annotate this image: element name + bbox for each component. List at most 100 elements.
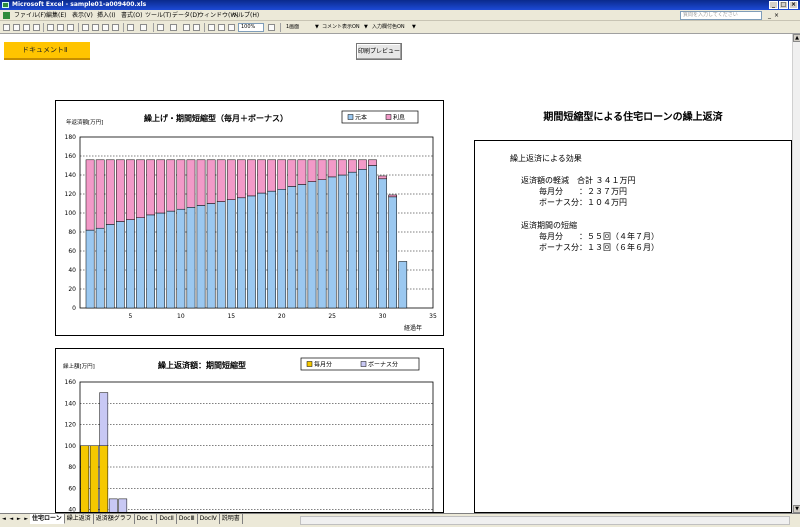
- menu-help[interactable]: ヘルプ(H): [232, 10, 259, 21]
- sheet-tab[interactable]: 繰上返済: [65, 514, 94, 524]
- paste-icon[interactable]: [102, 24, 109, 31]
- hyperlink-icon[interactable]: [157, 24, 164, 31]
- window-titlebar: Microsoft Excel - sample01-a009400.xls _…: [0, 0, 800, 10]
- bar-segment: [216, 159, 226, 202]
- close-button[interactable]: ×: [789, 1, 798, 9]
- bar-segment: [307, 159, 317, 182]
- undo-icon[interactable]: [127, 24, 134, 31]
- plot-area: [79, 381, 434, 512]
- bar-segment: [206, 203, 216, 309]
- bar-segment: [388, 194, 398, 198]
- menu-format[interactable]: 書式(O): [121, 10, 142, 21]
- bar-segment: [247, 195, 256, 309]
- office-help-icon[interactable]: [268, 24, 275, 31]
- sort-descending-icon[interactable]: [193, 24, 200, 31]
- autosum-icon[interactable]: [170, 24, 177, 31]
- tab-navigation-arrows[interactable]: ◄ ◄ ► ►: [2, 516, 29, 522]
- chart-wizard-icon[interactable]: [208, 24, 215, 31]
- save-icon[interactable]: [23, 24, 30, 31]
- maximize-button[interactable]: □: [779, 1, 788, 9]
- format-painter-icon[interactable]: [112, 24, 119, 31]
- reduction-total: 返済額の軽減 合計 ３４１万円: [521, 176, 636, 185]
- spelling-icon[interactable]: [67, 24, 74, 31]
- help-icon[interactable]: [228, 24, 235, 31]
- legend-label: ボーナス分: [368, 361, 398, 369]
- sheet-tab[interactable]: 返済額グラフ: [94, 514, 135, 524]
- x-tick-label: 20: [278, 313, 286, 320]
- bar-segment: [118, 498, 128, 512]
- menu-tools[interactable]: ツール(T): [145, 10, 171, 21]
- print-preview-button[interactable]: 印刷プレビュー: [356, 43, 402, 60]
- menu-insert[interactable]: 挿入(I): [97, 10, 115, 21]
- y-tick-label: 140: [65, 172, 77, 179]
- bar-segment: [327, 176, 337, 309]
- bar-segment: [378, 178, 387, 309]
- y-tick-label: 180: [65, 134, 77, 141]
- workbook-icon[interactable]: [3, 12, 10, 19]
- excel-app-icon: [2, 2, 9, 8]
- y-tick-label: 140: [65, 400, 77, 407]
- chevron-down-icon[interactable]: ▼: [364, 21, 368, 34]
- scroll-down-icon[interactable]: ▼: [793, 505, 800, 513]
- bar-segment: [176, 159, 186, 210]
- workbook-minimize-button[interactable]: _: [768, 11, 771, 20]
- y-tick-label: 20: [68, 286, 76, 293]
- vertical-scrollbar[interactable]: ▲ ▼: [792, 34, 800, 513]
- page-button[interactable]: 1画面: [286, 21, 299, 34]
- sheet-tab-bar: ◄ ◄ ► ► 住宅ローン 繰上返済 返済額グラフ Doc１ DocⅡ DocⅢ DocⅣ 説…: [0, 513, 800, 527]
- bar-segment: [85, 229, 95, 309]
- chevron-down-icon[interactable]: ▼: [315, 21, 319, 34]
- sheet-tabs: 住宅ローン 繰上返済 返済額グラフ Doc１ DocⅡ DocⅢ DocⅣ 説明書: [30, 514, 243, 524]
- open-icon[interactable]: [13, 24, 20, 31]
- bar-segment: [95, 227, 105, 309]
- bar-segment: [176, 208, 186, 309]
- cut-icon[interactable]: [82, 24, 89, 31]
- sort-ascending-icon[interactable]: [183, 24, 190, 31]
- permission-icon[interactable]: [33, 24, 40, 31]
- sheet-tab[interactable]: DocⅡ: [157, 514, 177, 524]
- bar-segment: [226, 159, 236, 200]
- bar-segment: [277, 189, 287, 309]
- drawing-icon[interactable]: [218, 24, 225, 31]
- legend-swatch: [385, 114, 392, 120]
- chart-title: 繰上返済額：期間短縮型: [158, 360, 246, 370]
- help-search-input[interactable]: 質問を入力してください: [680, 11, 762, 20]
- sheet-tab[interactable]: DocⅣ: [198, 514, 220, 524]
- annual-repayment-chart[interactable]: 0 20 40 60 80 100 120 140 160 180 5 10 15 20 25 30 35 繰上げ…: [55, 100, 444, 336]
- bar-segment: [378, 175, 387, 180]
- bar-segment: [126, 219, 135, 309]
- bar-segment: [85, 159, 95, 231]
- print-preview-icon[interactable]: [57, 24, 64, 31]
- workbook-close-button[interactable]: ×: [774, 11, 779, 20]
- sheet-tab[interactable]: Doc１: [135, 514, 158, 524]
- legend-swatch: [306, 361, 313, 367]
- print-icon[interactable]: [47, 24, 54, 31]
- zoom-select[interactable]: 100%: [238, 23, 264, 32]
- menu-file[interactable]: ファイル(F): [14, 10, 46, 21]
- menu-data[interactable]: データ(D): [172, 10, 199, 21]
- sheet-tab[interactable]: 住宅ローン: [30, 514, 65, 524]
- y-axis-label: 年返済額[万円]: [66, 118, 103, 126]
- new-icon[interactable]: [3, 24, 10, 31]
- input-color-toggle-button[interactable]: 入力欄付色ON: [372, 21, 405, 34]
- sheet-tab[interactable]: 説明書: [220, 514, 243, 524]
- document-button[interactable]: ドキュメントⅡ: [4, 42, 90, 60]
- scroll-up-icon[interactable]: ▲: [793, 34, 800, 42]
- toolbar-separator: [153, 23, 154, 32]
- comment-toggle-button[interactable]: コメント表示ON: [322, 21, 360, 34]
- toolbar-separator: [78, 23, 79, 32]
- copy-icon[interactable]: [92, 24, 99, 31]
- horizontal-scrollbar[interactable]: [300, 516, 790, 525]
- prepayment-amount-chart[interactable]: 40 60 80 100 120 140 160 繰上返済額：期間短縮型 繰上額[万円] 毎月分ボ…: [55, 348, 444, 513]
- legend-label: 利息: [393, 114, 405, 122]
- toolbar-separator: [43, 23, 44, 32]
- redo-icon[interactable]: [140, 24, 147, 31]
- sheet-tab[interactable]: DocⅢ: [177, 514, 198, 524]
- x-tick-label: 30: [379, 313, 387, 320]
- chevron-down-icon[interactable]: ▼: [412, 21, 416, 34]
- menu-view[interactable]: 表示(V): [72, 10, 93, 21]
- bar-segment: [267, 190, 276, 309]
- menu-edit[interactable]: 編集(E): [46, 10, 66, 21]
- term-bonus: ボーナス分：１３回（６年６月）: [539, 243, 659, 252]
- minimize-button[interactable]: _: [769, 1, 778, 9]
